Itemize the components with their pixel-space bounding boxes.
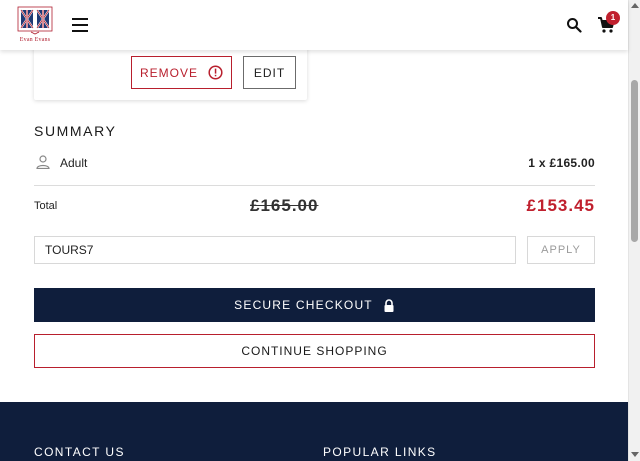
user-icon	[36, 155, 50, 169]
search-icon[interactable]	[566, 17, 582, 33]
edit-button[interactable]: EDIT	[243, 56, 296, 89]
footer-popular-links-heading: POPULAR LINKS	[323, 445, 437, 459]
scrollbar-thumb[interactable]	[631, 80, 638, 242]
apply-promo-button[interactable]: APPLY	[527, 236, 595, 264]
remove-button[interactable]: REMOVE	[131, 56, 232, 89]
ticket-type-label: Adult	[60, 156, 88, 170]
site-header: Evan Evans 1	[0, 0, 628, 50]
remove-label: REMOVE	[139, 65, 198, 80]
site-footer: CONTACT US POPULAR LINKS	[0, 402, 628, 461]
ticket-price: 1 x £165.00	[528, 156, 595, 170]
logo[interactable]: Evan Evans	[17, 6, 53, 44]
secure-checkout-button[interactable]: SECURE CHECKOUT	[34, 288, 595, 322]
summary-divider	[34, 185, 595, 186]
scroll-up-icon[interactable]	[631, 3, 639, 8]
summary-title: SUMMARY	[34, 123, 117, 139]
cart-count-badge: 1	[606, 11, 620, 25]
alert-icon	[208, 65, 223, 80]
footer-contact-heading: CONTACT US	[34, 445, 125, 459]
scroll-down-icon[interactable]	[631, 452, 639, 457]
logo-icon	[17, 6, 53, 35]
logo-text: Evan Evans	[19, 37, 51, 43]
lock-icon	[384, 298, 394, 312]
checkout-label: SECURE CHECKOUT	[234, 298, 373, 312]
discounted-total-price: £153.45	[526, 196, 595, 215]
menu-icon[interactable]	[72, 18, 88, 32]
total-label: Total	[34, 200, 58, 212]
promo-code-input[interactable]	[34, 236, 516, 264]
original-total-price: £165.00	[250, 196, 319, 215]
continue-shopping-button[interactable]: CONTINUE SHOPPING	[34, 334, 595, 368]
page-scrollbar[interactable]	[628, 0, 640, 461]
